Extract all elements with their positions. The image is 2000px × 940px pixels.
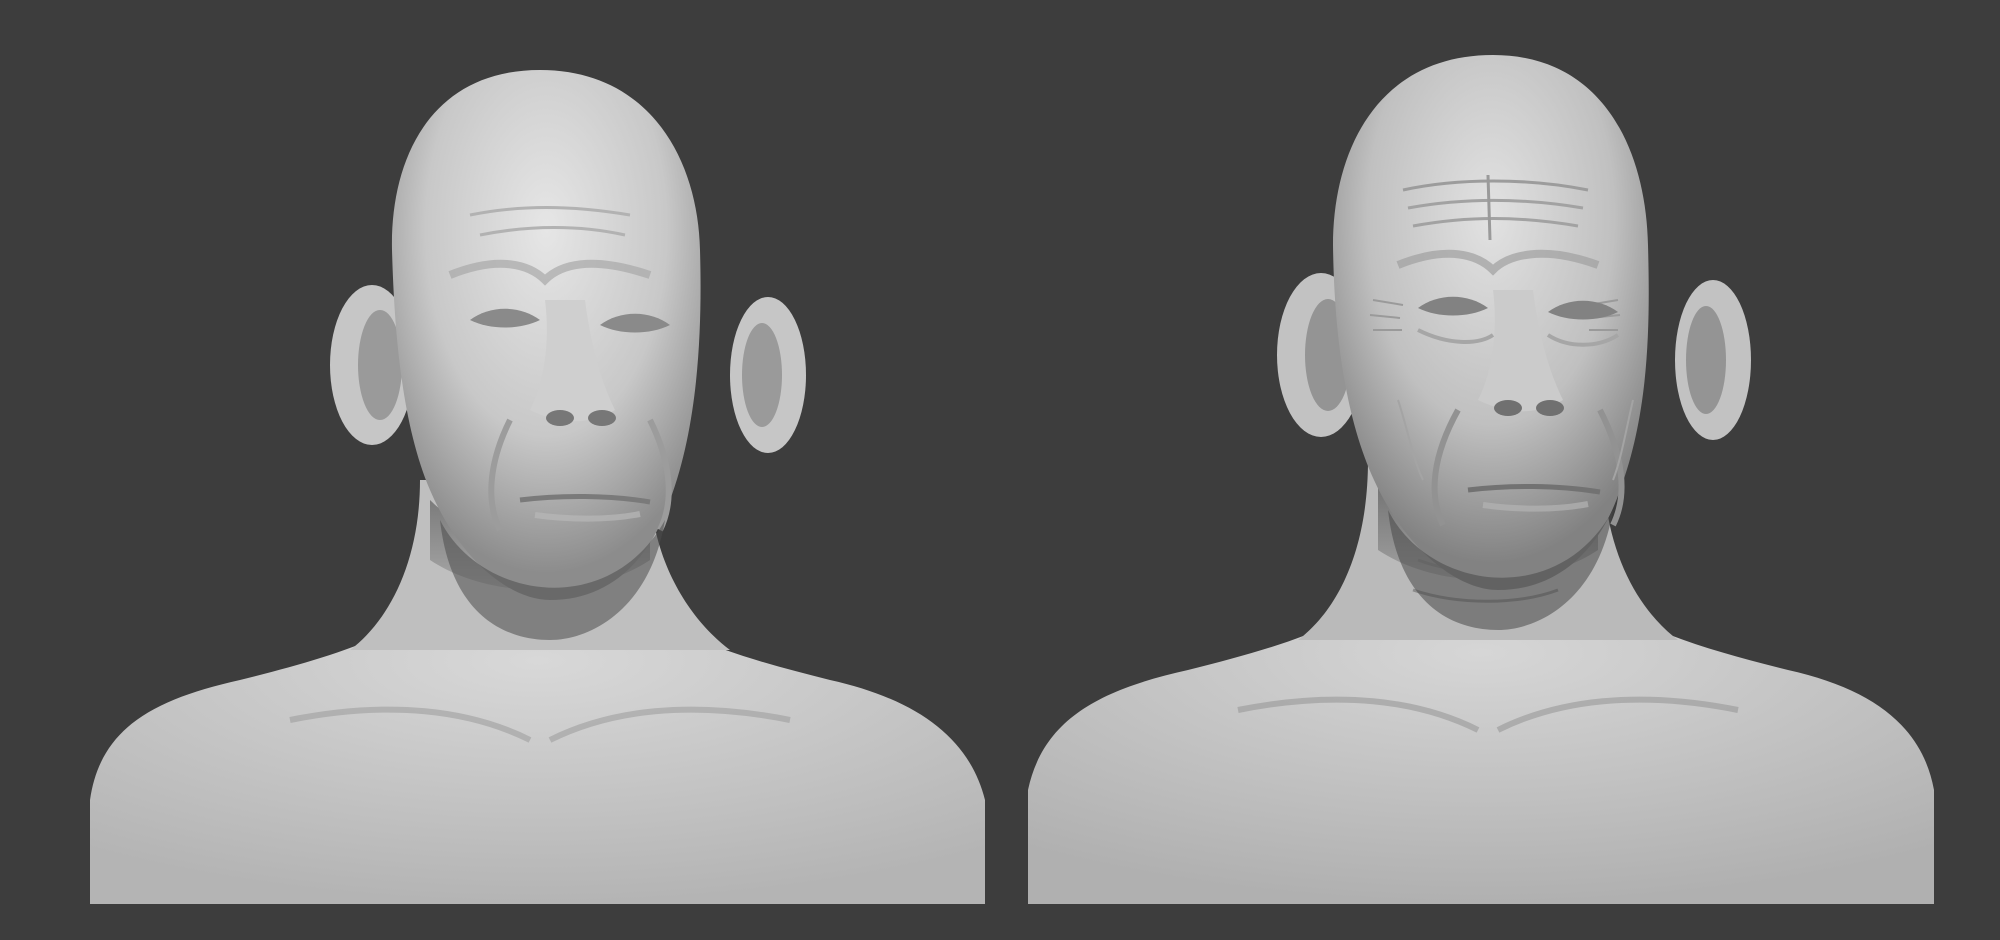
detailed-bust-image [1028,55,1934,904]
smooth-bust-image [90,70,985,904]
render-viewport [0,0,2000,940]
smooth-sculpt-render [90,0,985,904]
detailed-sculpt-render [1028,0,1934,904]
